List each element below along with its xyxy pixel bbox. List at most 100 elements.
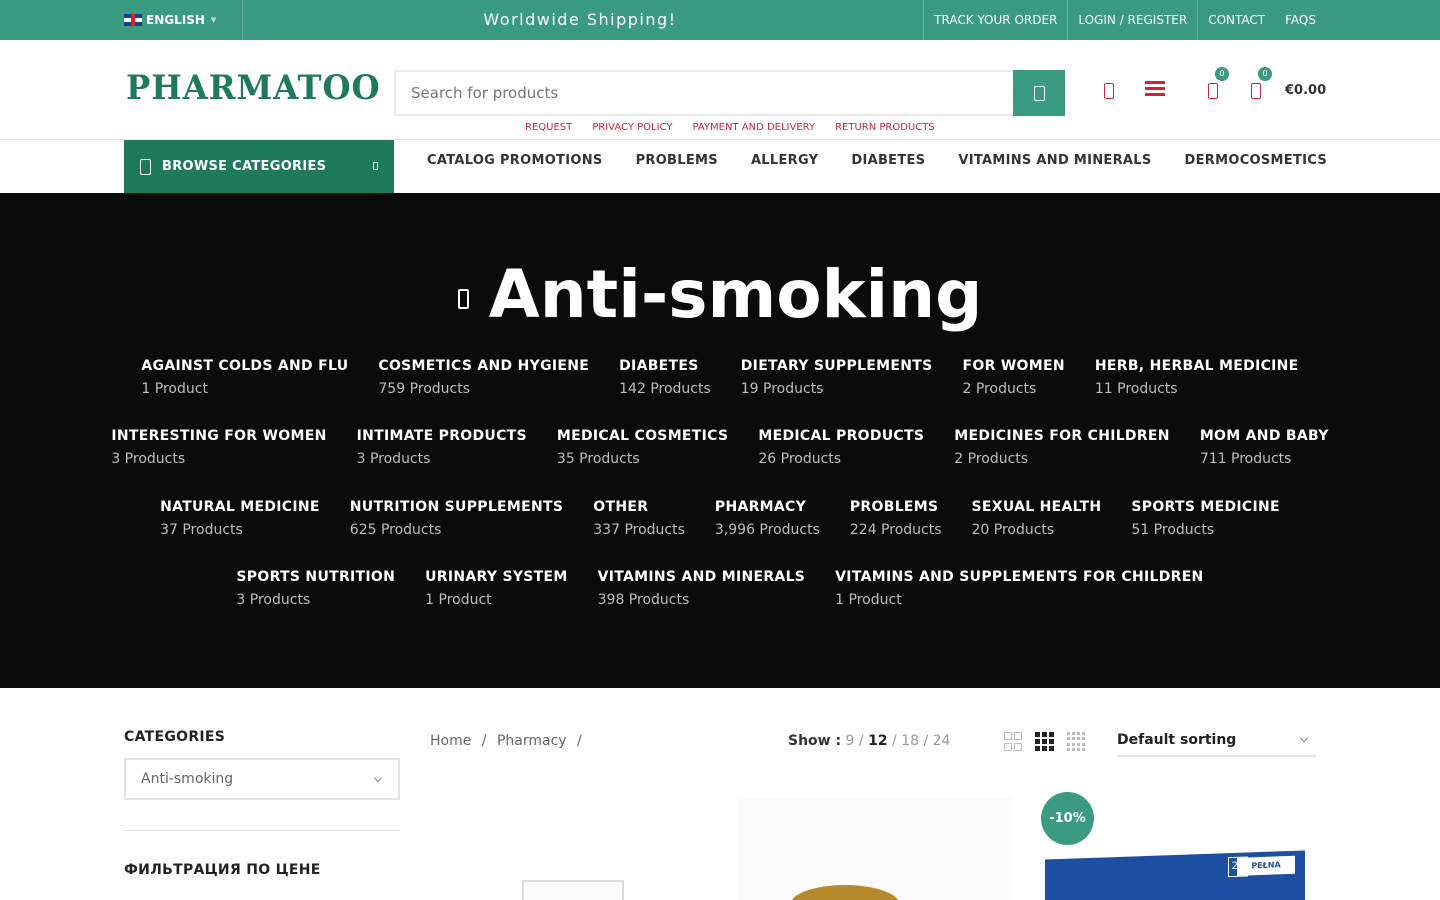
- nav-item-diabetes[interactable]: DIABETES: [851, 153, 925, 168]
- payment-delivery-link[interactable]: PAYMENT AND DELIVERY: [692, 122, 815, 133]
- subcategory-item[interactable]: FOR WOMEN 2 Products: [963, 357, 1065, 398]
- login-register-link[interactable]: LOGIN / REGISTER: [1067, 0, 1197, 40]
- page-title: Anti-smoking: [0, 255, 1440, 335]
- subcategory-count: 142 Products: [619, 381, 711, 397]
- search-button[interactable]: [1013, 70, 1065, 116]
- subcategory-item[interactable]: OTHER 337 Products: [593, 498, 685, 539]
- nav-item-problems[interactable]: PROBLEMS: [636, 153, 718, 168]
- category-select[interactable]: Anti-smoking: [124, 758, 400, 800]
- grid-view-switcher: [1004, 732, 1085, 751]
- subcategory-item[interactable]: SEXUAL HEALTH 20 Products: [972, 498, 1102, 539]
- subcategory-name: DIABETES: [619, 358, 699, 374]
- subcategory-item[interactable]: SPORTS MEDICINE 51 Products: [1131, 498, 1280, 539]
- subcategory-item[interactable]: URINARY SYSTEM 1 Product: [425, 568, 567, 609]
- subcategory-count: 2 Products: [962, 381, 1037, 397]
- subcategory-count: 625 Products: [349, 522, 442, 538]
- product-image[interactable]: [737, 797, 1012, 900]
- chevron-down-icon: [373, 773, 383, 783]
- back-icon[interactable]: [457, 289, 469, 309]
- subcategory-count: 35 Products: [556, 451, 640, 467]
- subcategory-item[interactable]: NUTRITION SUPPLEMENTS 625 Products: [350, 498, 563, 539]
- user-icon: [1104, 83, 1114, 99]
- cart-count-badge: 0: [1258, 67, 1272, 81]
- site-logo[interactable]: PHARMATOO: [126, 68, 381, 108]
- per-page-9[interactable]: 9: [846, 733, 855, 749]
- uk-flag-icon: [124, 14, 142, 26]
- subcategory-item[interactable]: DIETARY SUPPLEMENTS 19 Products: [741, 357, 933, 398]
- subcategory-name: SPORTS NUTRITION: [236, 569, 396, 585]
- subcategory-item[interactable]: MEDICAL PRODUCTS 26 Products: [758, 427, 924, 468]
- grid-3-icon[interactable]: [1035, 732, 1054, 751]
- subcategory-item[interactable]: DIABETES 142 Products: [619, 357, 711, 398]
- subcategory-item[interactable]: MEDICAL COSMETICS 35 Products: [557, 427, 728, 468]
- search-bar: [394, 70, 1065, 116]
- product-image[interactable]: [522, 880, 624, 900]
- browse-categories-button[interactable]: BROWSE CATEGORIES: [124, 140, 394, 193]
- subcategory-item[interactable]: HERB, HERBAL MEDICINE 11 Products: [1095, 357, 1299, 398]
- top-bar: ENGLISH ▼ Worldwide Shipping! TRACK YOUR…: [0, 0, 1440, 40]
- grid-2-icon[interactable]: [1004, 732, 1022, 751]
- per-page-selector: Show : 9 / 12 / 18 / 24: [788, 733, 951, 749]
- wishlist-button[interactable]: 0: [1208, 67, 1229, 99]
- contact-link[interactable]: CONTACT: [1197, 0, 1275, 40]
- track-order-link[interactable]: TRACK YOUR ORDER: [923, 0, 1067, 40]
- subcategory-item[interactable]: SPORTS NUTRITION 3 Products: [236, 568, 395, 609]
- subcategory-count: 398 Products: [597, 592, 690, 608]
- subcategory-name: SPORTS MEDICINE: [1131, 499, 1280, 515]
- nav-item-catalog-promotions[interactable]: CATALOG PROMOTIONS: [427, 153, 603, 168]
- cart-total[interactable]: €0.00: [1285, 83, 1326, 98]
- subcategory-item[interactable]: INTIMATE PRODUCTS 3 Products: [357, 427, 527, 468]
- category-select-value: Anti-smoking: [141, 771, 234, 787]
- subcategory-name: COSMETICS AND HYGIENE: [378, 358, 590, 374]
- browse-categories-label: BROWSE CATEGORIES: [162, 159, 327, 174]
- subcategory-name: MOM AND BABY: [1199, 428, 1329, 444]
- categories-widget-title: CATEGORIES: [124, 729, 226, 745]
- subcategory-item[interactable]: VITAMINS AND MINERALS 398 Products: [598, 568, 806, 609]
- nav-menu: CATALOG PROMOTIONS PROBLEMS ALLERGY DIAB…: [427, 140, 1360, 180]
- sort-select[interactable]: Default sorting: [1117, 724, 1316, 757]
- breadcrumb-separator: /: [481, 733, 487, 749]
- faqs-link[interactable]: FAQS: [1275, 0, 1326, 40]
- per-page-24[interactable]: 24: [933, 733, 951, 749]
- per-page-18[interactable]: 18: [901, 733, 919, 749]
- language-switcher[interactable]: ENGLISH ▼: [124, 0, 216, 40]
- subcategory-item[interactable]: PROBLEMS 224 Products: [850, 498, 942, 539]
- account-button[interactable]: [1104, 78, 1114, 99]
- subcategory-item[interactable]: MOM AND BABY 711 Products: [1200, 427, 1329, 468]
- nav-item-dermocosmetics[interactable]: DERMOCOSMETICS: [1185, 153, 1328, 168]
- subcategory-item[interactable]: INTERESTING FOR WOMEN 3 Products: [111, 427, 326, 468]
- nav-item-allergy[interactable]: ALLERGY: [751, 153, 818, 168]
- subcategory-row: INTERESTING FOR WOMEN 3 Products INTIMATE …: [0, 427, 1440, 468]
- nav-item-vitamins-minerals[interactable]: VITAMINS AND MINERALS: [958, 153, 1151, 168]
- privacy-policy-link[interactable]: PRIVACY POLICY: [592, 122, 672, 133]
- heart-icon: [1208, 83, 1218, 99]
- subcategory-count: 1 Product: [425, 592, 492, 608]
- per-page-12[interactable]: 12: [868, 733, 887, 749]
- shipping-notice: Worldwide Shipping!: [483, 10, 677, 29]
- subcategory-name: MEDICAL PRODUCTS: [758, 428, 925, 444]
- breadcrumb-home[interactable]: Home: [430, 733, 471, 749]
- price-filter-title: ФИЛЬТРАЦИЯ ПО ЦЕНЕ: [124, 862, 321, 878]
- product-image[interactable]: 25 PEŁNA KURACJA: [1045, 850, 1305, 900]
- subcategory-item[interactable]: AGAINST COLDS AND FLU 1 Product: [141, 357, 348, 398]
- return-products-link[interactable]: RETURN PRODUCTS: [835, 122, 935, 133]
- cart-button[interactable]: 0: [1251, 67, 1272, 99]
- subcategory-item[interactable]: NATURAL MEDICINE 37 Products: [160, 498, 320, 539]
- subcategory-count: 3 Products: [236, 592, 311, 608]
- breadcrumb: Home / Pharmacy /: [430, 733, 588, 749]
- mobile-menu-button[interactable]: [1145, 78, 1165, 97]
- subcategory-count: 1 Product: [835, 592, 902, 608]
- subcategory-item[interactable]: COSMETICS AND HYGIENE 759 Products: [378, 357, 589, 398]
- grid-4-icon[interactable]: [1067, 732, 1085, 751]
- main-nav: BROWSE CATEGORIES CATALOG PROMOTIONS PRO…: [0, 140, 1440, 193]
- search-input[interactable]: [396, 72, 1006, 114]
- subcategory-count: 37 Products: [160, 522, 243, 538]
- breadcrumb-pharmacy[interactable]: Pharmacy: [497, 733, 567, 749]
- subcategory-item[interactable]: VITAMINS AND SUPPLEMENTS FOR CHILDREN 1 P…: [835, 568, 1203, 609]
- subcategory-name: URINARY SYSTEM: [425, 569, 568, 585]
- subcategory-item[interactable]: PHARMACY 3,996 Products: [715, 498, 820, 539]
- language-label: ENGLISH: [146, 13, 205, 27]
- chevron-down-icon: ▼: [210, 16, 217, 24]
- request-link[interactable]: REQUEST: [525, 122, 572, 133]
- subcategory-item[interactable]: MEDICINES FOR CHILDREN 2 Products: [954, 427, 1170, 468]
